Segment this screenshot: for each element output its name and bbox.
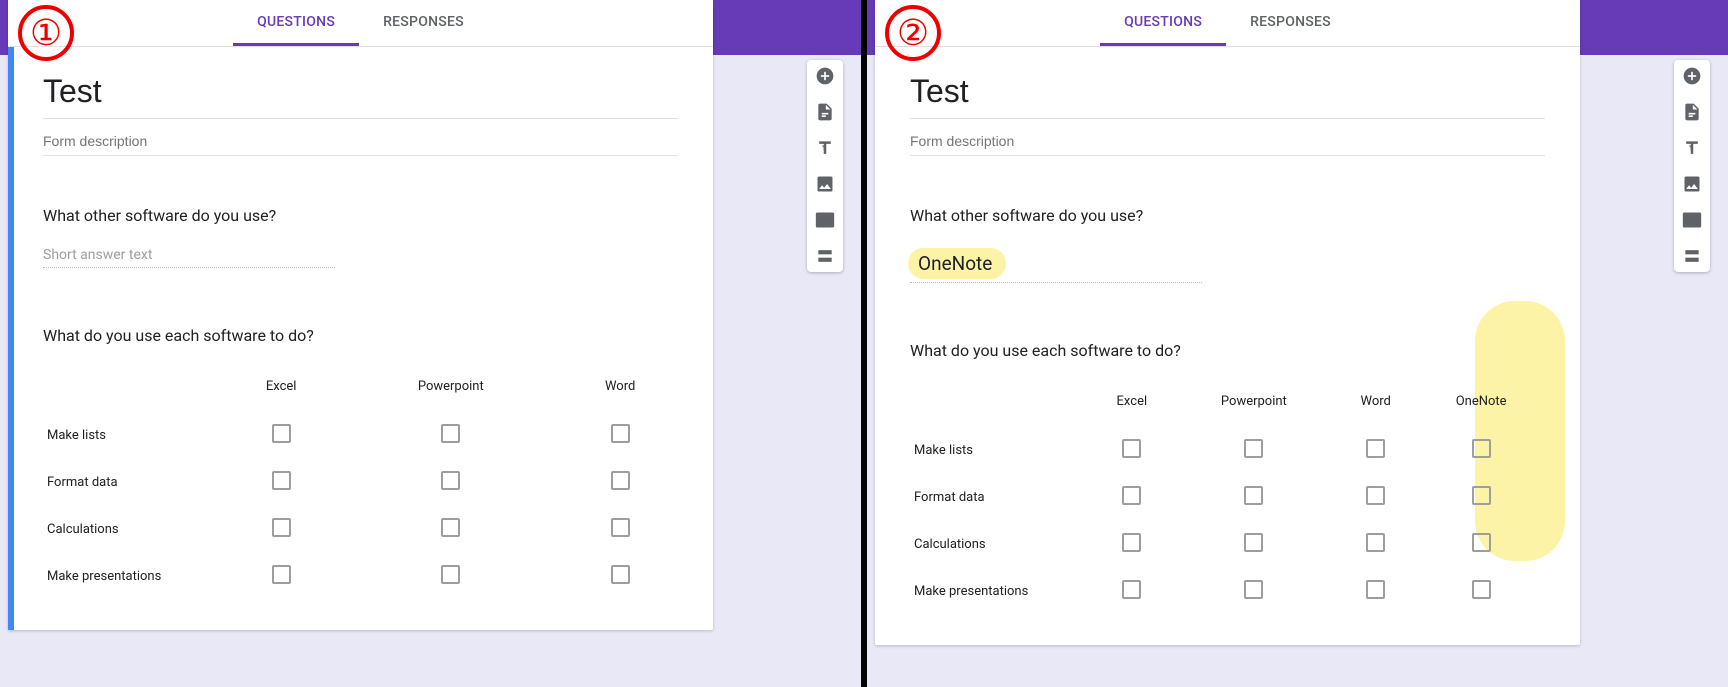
- import-questions-icon[interactable]: [815, 102, 835, 122]
- add-section-icon[interactable]: [1682, 246, 1702, 266]
- question-1: What other software do you use? S OneNot…: [910, 156, 1545, 283]
- checkbox[interactable]: [611, 565, 630, 584]
- grid-row-label: Make lists: [910, 427, 1090, 474]
- tab-questions[interactable]: QUESTIONS: [233, 0, 359, 46]
- tab-responses[interactable]: RESPONSES: [1226, 0, 1355, 46]
- checkbox[interactable]: [441, 518, 460, 537]
- grid-row-label: Format data: [910, 474, 1090, 521]
- checkbox[interactable]: [1122, 486, 1141, 505]
- panel-1: QUESTIONS RESPONSES What other software …: [0, 0, 861, 687]
- checkbox[interactable]: [1244, 439, 1263, 458]
- checkbox[interactable]: [272, 518, 291, 537]
- grid-col-header: OneNote: [1417, 382, 1545, 427]
- side-toolbar: [1674, 60, 1710, 272]
- grid-row-label: Make lists: [43, 412, 223, 459]
- form-card: QUESTIONS RESPONSES What other software …: [8, 0, 713, 630]
- add-title-icon[interactable]: [1682, 138, 1702, 158]
- checkbox[interactable]: [441, 471, 460, 490]
- checkbox[interactable]: [1472, 486, 1491, 505]
- checkbox[interactable]: [1472, 439, 1491, 458]
- short-answer-field[interactable]: S OneNote: [910, 247, 1202, 283]
- checkbox[interactable]: [611, 471, 630, 490]
- checkbox[interactable]: [441, 565, 460, 584]
- question-1-title: What other software do you use?: [910, 206, 1545, 225]
- checkbox[interactable]: [1244, 486, 1263, 505]
- checkbox[interactable]: [1122, 580, 1141, 599]
- checkbox[interactable]: [272, 424, 291, 443]
- form-body: What other software do you use? S OneNot…: [875, 47, 1580, 645]
- grid-row-label: Calculations: [43, 506, 223, 553]
- question-1: What other software do you use? Short an…: [43, 156, 678, 268]
- add-section-icon[interactable]: [815, 246, 835, 266]
- panel-2: QUESTIONS RESPONSES What other software …: [867, 0, 1728, 687]
- checkbox[interactable]: [1366, 439, 1385, 458]
- grid-table: Excel Powerpoint Word OneNote Make lists…: [910, 382, 1545, 615]
- checkbox[interactable]: [1244, 580, 1263, 599]
- form-title-input[interactable]: [910, 67, 1545, 119]
- annotation-badge-1: ①: [18, 5, 74, 61]
- grid-col-header: Word: [1334, 382, 1417, 427]
- form-description-input[interactable]: [43, 119, 678, 156]
- checkbox[interactable]: [1122, 439, 1141, 458]
- import-questions-icon[interactable]: [1682, 102, 1702, 122]
- short-answer-placeholder[interactable]: Short answer text: [43, 247, 335, 268]
- grid-col-header: Word: [562, 367, 678, 412]
- form-body: What other software do you use? Short an…: [8, 47, 713, 630]
- tabs: QUESTIONS RESPONSES: [875, 0, 1580, 47]
- grid-row-label: Format data: [43, 459, 223, 506]
- form-card: QUESTIONS RESPONSES What other software …: [875, 0, 1580, 645]
- question-2: What do you use each software to do? Exc…: [43, 268, 678, 600]
- add-question-icon[interactable]: [1682, 66, 1702, 86]
- tabs: QUESTIONS RESPONSES: [8, 0, 713, 47]
- question-2-title: What do you use each software to do?: [43, 326, 678, 345]
- checkbox[interactable]: [1472, 580, 1491, 599]
- grid-row-label: Make presentations: [910, 568, 1090, 615]
- form-title-input[interactable]: [43, 67, 678, 119]
- accent-strip: [8, 47, 14, 630]
- checkbox[interactable]: [441, 424, 460, 443]
- question-1-title: What other software do you use?: [43, 206, 678, 225]
- add-video-icon[interactable]: [815, 210, 835, 230]
- checkbox[interactable]: [1472, 533, 1491, 552]
- grid-col-header: Powerpoint: [339, 367, 562, 412]
- question-2-title: What do you use each software to do?: [910, 341, 1545, 360]
- checkbox[interactable]: [1366, 486, 1385, 505]
- checkbox[interactable]: [1122, 533, 1141, 552]
- tab-questions[interactable]: QUESTIONS: [1100, 0, 1226, 46]
- checkbox[interactable]: [272, 565, 291, 584]
- question-2: What do you use each software to do? Exc…: [910, 283, 1545, 615]
- checkbox[interactable]: [1366, 533, 1385, 552]
- form-description-input[interactable]: [910, 119, 1545, 156]
- grid-col-header: Powerpoint: [1174, 382, 1334, 427]
- add-question-icon[interactable]: [815, 66, 835, 86]
- checkbox[interactable]: [1366, 580, 1385, 599]
- add-image-icon[interactable]: [1682, 174, 1702, 194]
- grid-row-label: Calculations: [910, 521, 1090, 568]
- checkbox[interactable]: [272, 471, 291, 490]
- add-video-icon[interactable]: [1682, 210, 1702, 230]
- grid-row-label: Make presentations: [43, 553, 223, 600]
- short-answer-sample-highlight: OneNote: [908, 248, 1006, 279]
- grid-table: Excel Powerpoint Word Make lists Format …: [43, 367, 678, 600]
- annotation-badge-2: ②: [885, 5, 941, 61]
- checkbox[interactable]: [1244, 533, 1263, 552]
- checkbox[interactable]: [611, 424, 630, 443]
- grid-col-header: Excel: [1090, 382, 1174, 427]
- add-image-icon[interactable]: [815, 174, 835, 194]
- side-toolbar: [807, 60, 843, 272]
- grid-col-header: Excel: [223, 367, 339, 412]
- checkbox[interactable]: [611, 518, 630, 537]
- tab-responses[interactable]: RESPONSES: [359, 0, 488, 46]
- add-title-icon[interactable]: [815, 138, 835, 158]
